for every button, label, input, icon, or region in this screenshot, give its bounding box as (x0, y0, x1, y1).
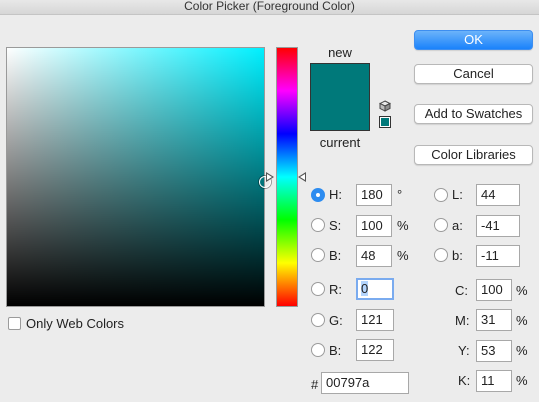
hue-slider-left-arrow-icon[interactable] (266, 172, 274, 182)
saturation-unit: % (397, 218, 409, 233)
window-title: Color Picker (Foreground Color) (0, 0, 539, 15)
new-color-label: new (328, 45, 352, 60)
add-to-swatches-button[interactable]: Add to Swatches (414, 104, 533, 124)
black-unit: % (516, 373, 528, 388)
lab-l-label: L: (452, 187, 463, 202)
brightness-input[interactable]: 48 (356, 245, 392, 267)
blue-radio[interactable] (311, 343, 325, 357)
hue-slider[interactable] (276, 47, 298, 307)
lab-a-radio[interactable] (434, 218, 448, 232)
saturation-radio[interactable] (311, 218, 325, 232)
hue-unit: ° (397, 187, 403, 202)
magenta-label: M: (455, 313, 470, 328)
magenta-input[interactable]: 31 (476, 309, 512, 331)
lab-a-label: a: (452, 218, 463, 233)
color-swatch (310, 63, 370, 131)
yellow-unit: % (516, 343, 528, 358)
web-safe-swatch-icon[interactable] (379, 116, 391, 128)
hue-radio[interactable] (311, 188, 325, 202)
only-web-colors-label: Only Web Colors (26, 316, 125, 331)
brightness-unit: % (397, 248, 409, 263)
lab-b-label: b: (452, 248, 463, 263)
green-input[interactable]: 121 (356, 309, 394, 331)
blue-input[interactable]: 122 (356, 339, 394, 361)
magenta-unit: % (516, 313, 528, 328)
brightness-label: B: (329, 248, 342, 263)
cyan-label: C: (455, 283, 468, 298)
saturation-label: S: (329, 218, 342, 233)
current-color-swatch[interactable] (311, 97, 369, 130)
black-input[interactable]: 11 (476, 370, 512, 392)
lab-a-input[interactable]: -41 (476, 215, 520, 237)
red-label: R: (329, 282, 342, 297)
black-label: K: (458, 373, 471, 388)
brightness-radio[interactable] (311, 248, 325, 262)
cube-icon[interactable] (379, 100, 391, 112)
color-field-brightness-layer (7, 48, 264, 306)
lab-l-radio[interactable] (434, 188, 448, 202)
green-radio[interactable] (311, 313, 325, 327)
color-libraries-button[interactable]: Color Libraries (414, 145, 533, 165)
hue-label: H: (329, 187, 342, 202)
cyan-input[interactable]: 100 (476, 279, 512, 301)
new-color-swatch (311, 64, 369, 97)
color-field[interactable] (6, 47, 271, 307)
lab-l-input[interactable]: 44 (476, 184, 520, 206)
lab-b-radio[interactable] (434, 248, 448, 262)
lab-b-input[interactable]: -11 (476, 245, 520, 267)
only-web-colors-checkbox[interactable] (8, 317, 21, 330)
green-label: G: (329, 313, 343, 328)
red-radio[interactable] (311, 282, 325, 296)
saturation-input[interactable]: 100 (356, 215, 392, 237)
yellow-label: Y: (458, 343, 470, 358)
hex-input[interactable]: 00797a (321, 372, 409, 394)
blue-label: B: (329, 343, 342, 358)
cancel-button[interactable]: Cancel (414, 64, 533, 84)
ok-button[interactable]: OK (414, 30, 533, 50)
cyan-unit: % (516, 283, 528, 298)
yellow-input[interactable]: 53 (476, 340, 512, 362)
hex-label: # (311, 377, 319, 392)
red-input[interactable]: 0 (356, 278, 394, 300)
red-input-value: 0 (361, 281, 369, 296)
hue-input[interactable]: 180 (356, 184, 392, 206)
current-color-label: current (319, 135, 361, 150)
hue-slider-right-arrow-icon[interactable] (298, 172, 306, 182)
